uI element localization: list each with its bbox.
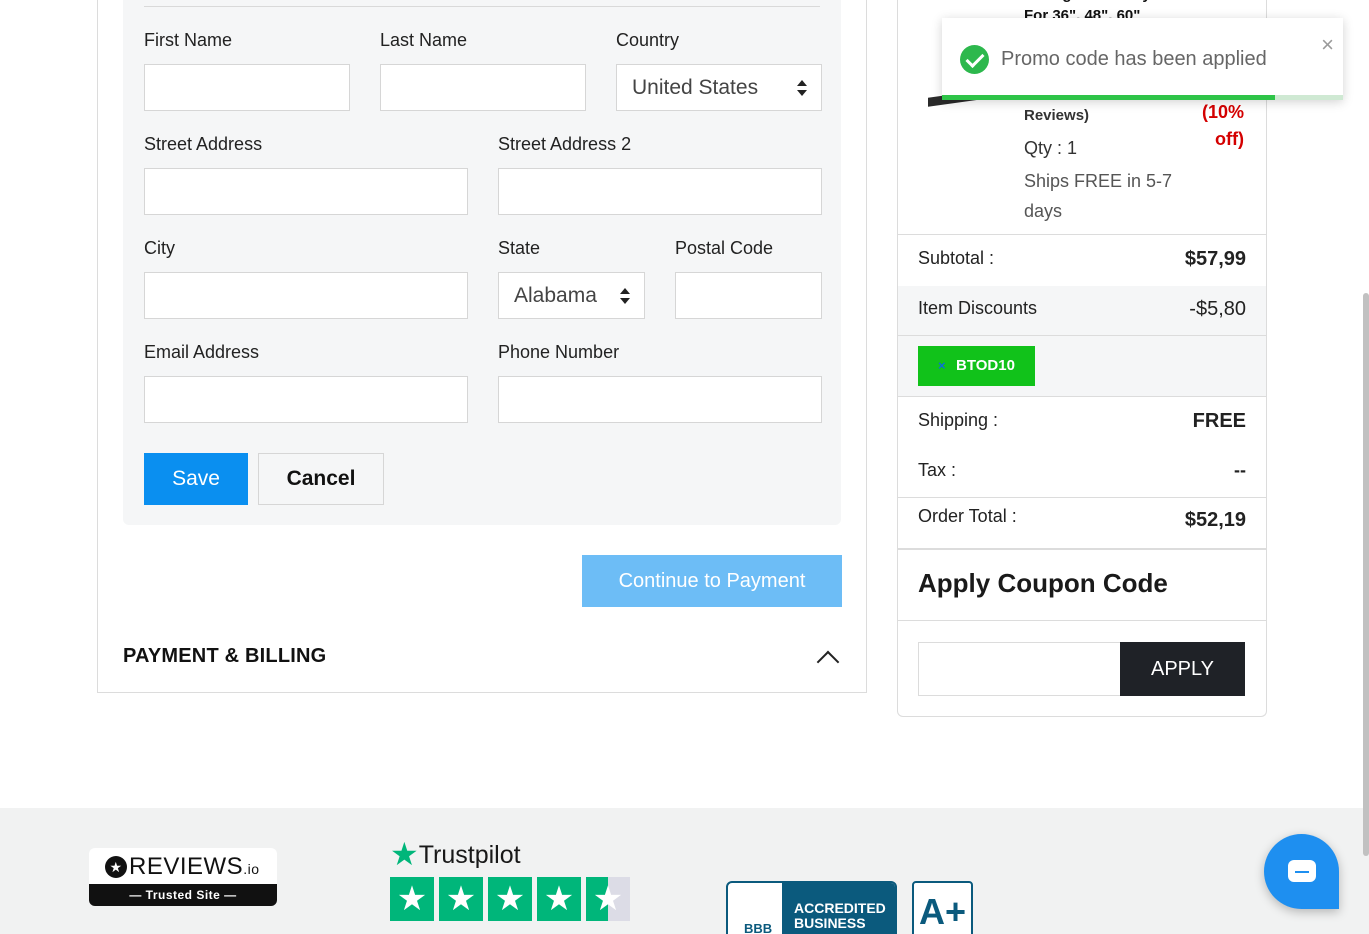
summary-divider — [898, 548, 1266, 550]
city-label: City — [144, 238, 175, 258]
last-name-label: Last Name — [380, 30, 468, 50]
email-input[interactable] — [144, 376, 468, 423]
checkout-page: First Name Last Name Country United Stat… — [0, 0, 1369, 934]
reviews-io-suffix: .io — [243, 861, 260, 877]
state-select-value: Alabama — [514, 284, 597, 307]
order-summary-panel: Management Tray - For 36", 48", 60" Revi… — [897, 0, 1267, 717]
select-arrows-icon — [797, 80, 807, 96]
subtotal-value: $57,99 — [1184, 248, 1246, 270]
toast-message: Promo code has been applied — [1001, 48, 1267, 70]
save-button[interactable]: Save — [144, 453, 248, 505]
star-icon: ★ — [488, 877, 532, 921]
check-circle-icon — [960, 45, 989, 74]
bbb-accredited-badge[interactable]: BBB ACCREDITED BUSINESS — [726, 881, 897, 934]
country-label: Country — [616, 30, 680, 50]
first-name-input[interactable] — [144, 64, 350, 111]
bbb-rating-badge[interactable]: A+ — [912, 881, 973, 934]
summary-divider — [898, 620, 1266, 621]
subtotal-label: Subtotal : — [918, 248, 995, 268]
last-name-input[interactable] — [380, 64, 586, 111]
phone-input[interactable] — [498, 376, 822, 423]
summary-divider — [898, 396, 1266, 397]
star-icon: ★ — [439, 877, 483, 921]
phone-label: Phone Number — [498, 342, 620, 362]
state-label: State — [498, 238, 541, 258]
reviews-io-wordmark: REVIEWS — [129, 853, 244, 880]
product-qty: Qty : 1 — [1024, 138, 1078, 158]
street-address-label: Street Address — [144, 134, 263, 154]
chat-launcher-button[interactable] — [1264, 834, 1339, 909]
cancel-button[interactable]: Cancel — [258, 453, 384, 505]
item-discounts-value: -$5,80 — [1189, 298, 1246, 320]
coupon-code-input[interactable] — [918, 642, 1121, 696]
order-total-label: Order Total : — [918, 506, 1017, 526]
first-name-label: First Name — [144, 30, 233, 50]
trustpilot-logo[interactable]: ★Trustpilot — [390, 835, 521, 873]
product-reviews: Reviews) — [1024, 107, 1090, 124]
street-address-2-label: Street Address 2 — [498, 134, 632, 154]
close-icon[interactable]: × — [1321, 32, 1334, 58]
email-label: Email Address — [144, 342, 260, 362]
promo-toast: Promo code has been applied × — [942, 18, 1343, 100]
star-icon: ★ — [537, 877, 581, 921]
street-address-input[interactable] — [144, 168, 468, 215]
summary-divider — [898, 335, 1266, 336]
postal-code-label: Postal Code — [675, 238, 774, 258]
shipping-value: FREE — [1192, 410, 1246, 432]
order-total-value: $52,19 — [1184, 509, 1246, 531]
toast-progress-bar — [942, 95, 1343, 100]
country-select-value: United States — [632, 76, 759, 99]
apply-coupon-button[interactable]: APPLY — [1120, 642, 1245, 696]
bbb-torch-logo: BBB — [732, 887, 780, 934]
reviews-trusted-label: — Trusted Site — — [89, 884, 277, 906]
payment-billing-title[interactable]: PAYMENT & BILLING — [123, 645, 326, 668]
star-icon: ★ — [390, 877, 434, 921]
state-select[interactable]: Alabama — [498, 272, 645, 319]
reviews-io-logo: ★ REVIEWS.io — [105, 853, 259, 881]
street-address-2-input[interactable] — [498, 168, 822, 215]
summary-divider — [898, 234, 1266, 235]
tax-label: Tax : — [918, 460, 957, 480]
continue-to-payment-button[interactable]: Continue to Payment — [582, 555, 842, 607]
item-discounts-label: Item Discounts — [918, 298, 1038, 318]
star-icon: ★ — [105, 856, 127, 878]
applied-promo-chip: × BTOD10 — [918, 346, 1035, 386]
chevron-up-icon[interactable] — [816, 650, 840, 674]
form-divider — [144, 6, 820, 7]
shipping-label: Shipping : — [918, 410, 999, 430]
city-input[interactable] — [144, 272, 468, 319]
product-shipping-note: Ships FREE in 5-7 days — [1024, 171, 1173, 221]
product-discount: (10% off) — [1201, 102, 1244, 149]
bbb-accredited-text: ACCREDITED BUSINESS — [782, 883, 895, 934]
select-arrows-icon — [620, 288, 630, 304]
shipping-address-form: First Name Last Name Country United Stat… — [123, 0, 841, 525]
chat-bubble-icon — [1288, 860, 1316, 882]
promo-code: BTOD10 — [956, 357, 1015, 374]
reviews-io-badge[interactable]: ★ REVIEWS.io — Trusted Site — — [89, 848, 277, 906]
country-select[interactable]: United States — [616, 64, 822, 111]
checkout-panel: First Name Last Name Country United Stat… — [97, 0, 867, 693]
page-scrollbar[interactable] — [1363, 293, 1369, 856]
trustpilot-wordmark: Trustpilot — [418, 841, 521, 869]
postal-code-input[interactable] — [675, 272, 822, 319]
bbb-logo-text: BBB — [744, 921, 773, 934]
summary-divider — [898, 497, 1266, 498]
apply-coupon-title: Apply Coupon Code — [918, 568, 1168, 598]
half-star-icon: ★ — [586, 877, 630, 921]
trustpilot-star-icon: ★ — [390, 836, 419, 872]
remove-promo-icon[interactable]: × — [938, 346, 946, 386]
toast-progress-fill — [942, 95, 1275, 100]
tax-value: -- — [1234, 460, 1246, 480]
